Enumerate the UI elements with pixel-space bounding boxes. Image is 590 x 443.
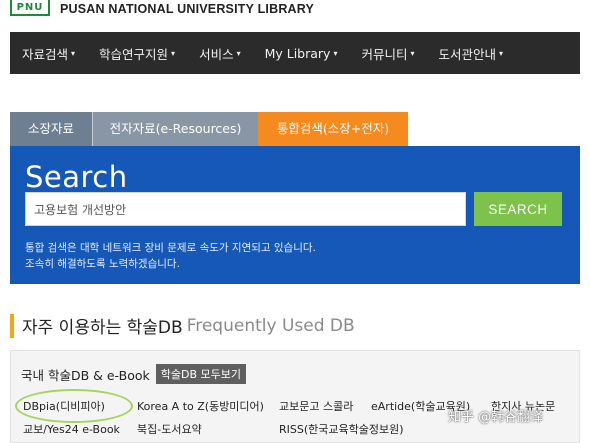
- logo-mark: PNU: [16, 1, 44, 13]
- frequent-db-title: 자주 이용하는 학술DB Frequently Used DB: [10, 313, 355, 338]
- search-notice: 통합 검색은 대학 네트워크 장비 문제로 속도가 지연되고 있습니다. 조속히…: [25, 240, 545, 272]
- site-title[interactable]: PUSAN NATIONAL UNIVERSITY LIBRARY: [60, 2, 314, 16]
- main-navigation: 자료검색 ▾ 학습연구지원 ▾ 서비스 ▾ My Library ▾ 커뮤니티 …: [10, 32, 580, 74]
- chevron-down-icon: ▾: [236, 48, 241, 58]
- db-link-kyobo-yes24-ebook[interactable]: 교보/Yes24 e-Book: [23, 421, 120, 437]
- search-box: 소장자료 전자자료(e-Resources) 통합검색(소장+전자) Searc…: [10, 112, 580, 284]
- nav-item-library-info[interactable]: 도서관안내 ▾: [427, 44, 516, 63]
- nav-item-search-materials[interactable]: 자료검색 ▾: [10, 44, 87, 63]
- nav-item-label: 학습연구지원: [99, 46, 169, 62]
- search-panel: Search SEARCH 통합 검색은 대학 네트워크 장비 문제로 속도가 …: [10, 146, 580, 284]
- nav-item-label: 서비스: [199, 46, 234, 62]
- search-tabs: 소장자료 전자자료(e-Resources) 통합검색(소장+전자): [10, 112, 408, 146]
- nav-item-label: 도서관안내: [438, 46, 497, 62]
- section-title-english: Frequently Used DB: [186, 315, 355, 336]
- chevron-down-icon: ▾: [499, 48, 504, 58]
- db-category-label: 국내 학술DB & e-Book: [21, 367, 150, 383]
- tab-e-resources[interactable]: 전자자료(e-Resources): [92, 112, 258, 146]
- db-link-kyobo-scholar[interactable]: 교보문고 스콜라: [279, 398, 353, 414]
- watermark-text: 知乎 @韩谷翻译: [448, 410, 544, 425]
- site-header: PNU PUSAN NATIONAL UNIVERSITY LIBRARY: [0, 0, 590, 28]
- notice-line: 통합 검색은 대학 네트워크 장비 문제로 속도가 지연되고 있습니다.: [25, 242, 316, 254]
- chevron-down-icon: ▾: [333, 48, 338, 58]
- view-all-db-button[interactable]: 학술DB 모두보기: [155, 364, 246, 384]
- search-button[interactable]: SEARCH: [474, 192, 562, 226]
- nav-item-label: 자료검색: [22, 46, 69, 62]
- library-logo[interactable]: PNU: [10, 0, 50, 16]
- nav-item-label: 커뮤니티: [361, 46, 408, 62]
- db-panel-header: 국내 학술DB & e-Book 학술DB 모두보기: [21, 364, 246, 384]
- search-input[interactable]: [25, 192, 466, 226]
- tab-integrated-search[interactable]: 통합검색(소장+전자): [258, 112, 408, 146]
- db-link-dbpia[interactable]: DBpia(디비피아): [23, 398, 105, 414]
- db-link-riss[interactable]: RISS(한국교육학술정보원): [279, 421, 404, 437]
- chevron-down-icon: ▾: [171, 48, 176, 58]
- nav-item-research-support[interactable]: 학습연구지원 ▾: [87, 44, 187, 63]
- notice-line: 조속히 해결하도록 노력하겠습니다.: [25, 258, 180, 270]
- db-link-korea-a-to-z[interactable]: Korea A to Z(동방미디어): [137, 398, 264, 414]
- nav-item-label: My Library: [264, 45, 331, 61]
- nav-item-my-library[interactable]: My Library ▾: [253, 46, 350, 61]
- chevron-down-icon: ▾: [71, 48, 76, 58]
- search-heading: Search: [25, 160, 128, 194]
- frequent-db-panel: 국내 학술DB & e-Book 학술DB 모두보기 DBpia(디비피아) K…: [10, 350, 580, 443]
- tab-holdings[interactable]: 소장자료: [10, 112, 92, 146]
- nav-item-community[interactable]: 커뮤니티 ▾: [349, 44, 426, 63]
- nav-item-services[interactable]: 서비스 ▾: [187, 44, 253, 63]
- chevron-down-icon: ▾: [410, 48, 415, 58]
- db-link-bookzip-summary[interactable]: 북집-도서요약: [137, 421, 202, 437]
- section-accent-bar: [10, 313, 14, 338]
- section-title-korean: 자주 이용하는 학술DB: [22, 318, 183, 338]
